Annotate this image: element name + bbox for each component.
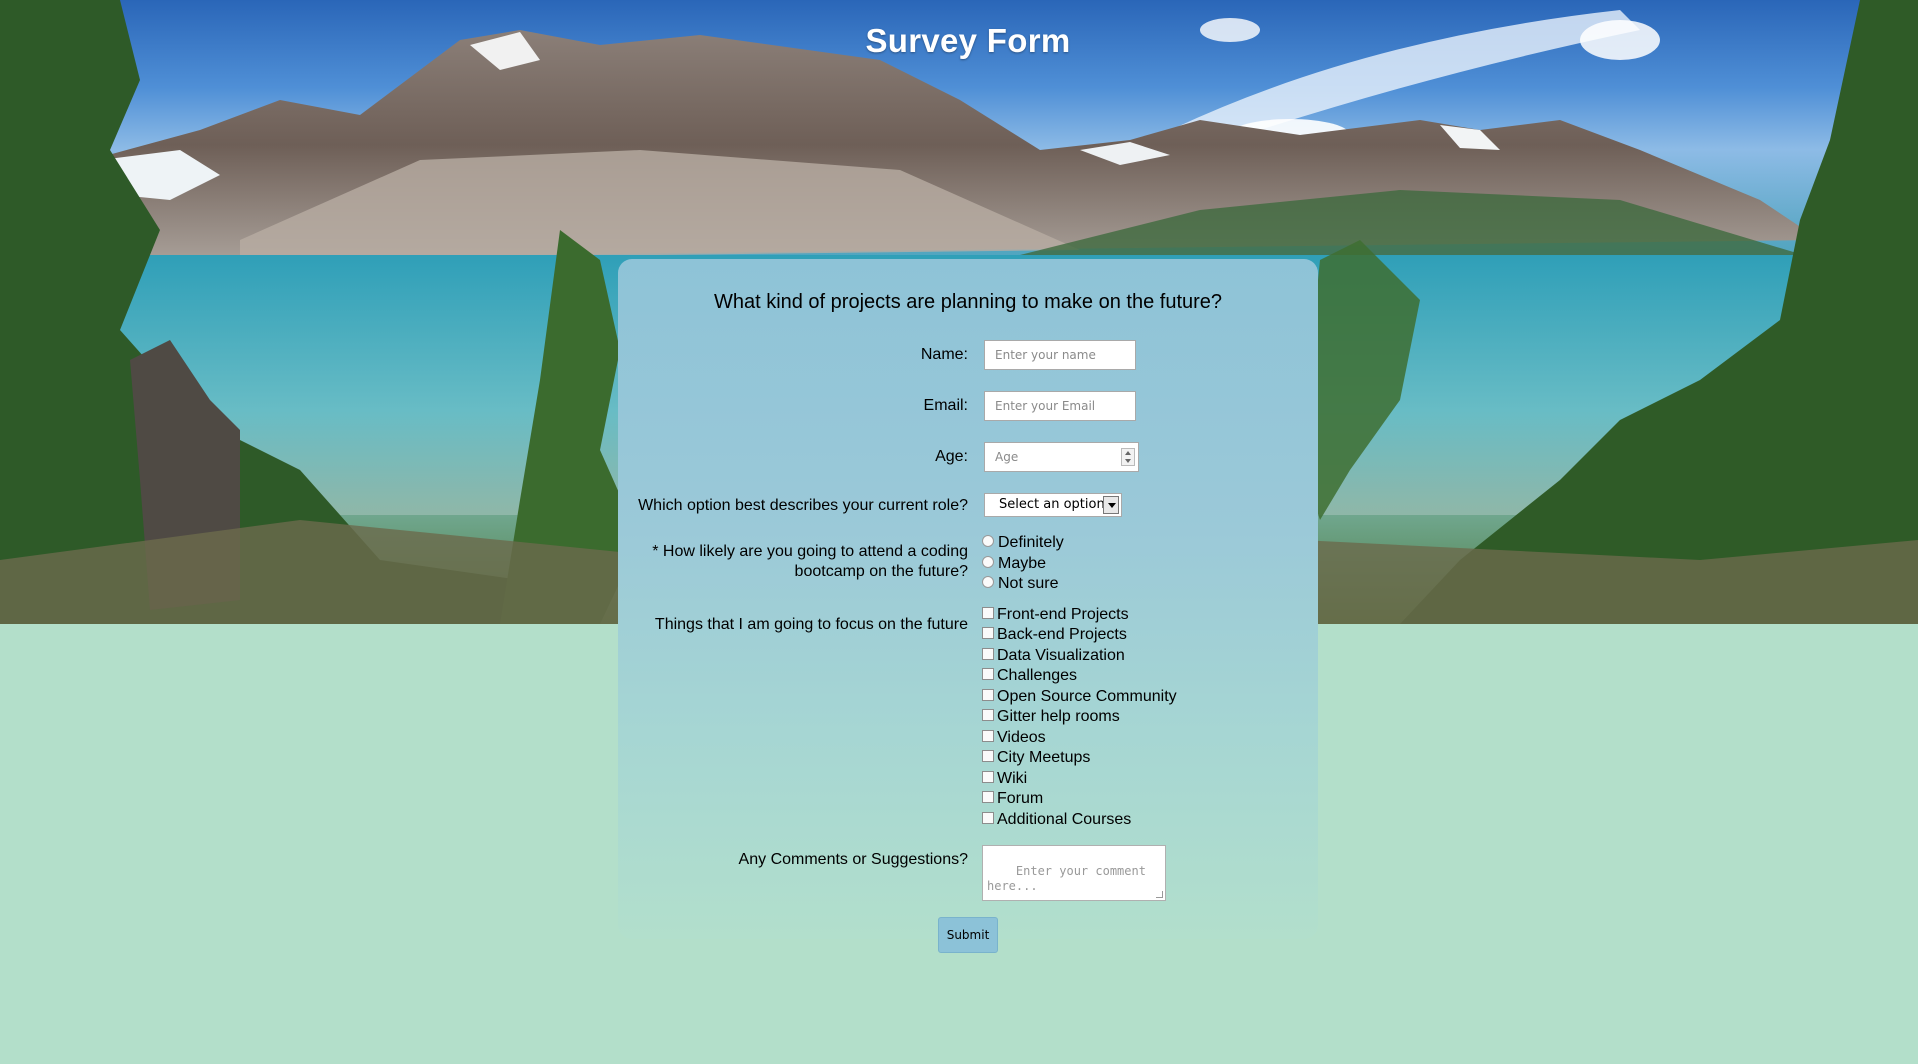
checkbox[interactable] <box>982 668 994 681</box>
checkbox[interactable] <box>982 607 994 620</box>
role-label: Which option best describes your current… <box>638 497 968 514</box>
checkbox-label: Gitter help rooms <box>997 708 1120 725</box>
checkbox[interactable] <box>982 771 994 784</box>
radio-option[interactable]: Maybe <box>982 554 1046 574</box>
bootcamp-label-line1: * How likely are you going to attend a c… <box>652 543 968 560</box>
checkbox-option[interactable]: Front-end Projects <box>982 605 1129 625</box>
dropdown-arrow-icon[interactable] <box>1103 496 1119 514</box>
checkbox-option[interactable]: Wiki <box>982 769 1027 789</box>
checkbox[interactable] <box>982 689 994 702</box>
checkbox-option[interactable]: City Meetups <box>982 748 1090 768</box>
role-selected-value: Select an option <box>999 497 1105 512</box>
checkbox-label: Data Visualization <box>997 647 1125 664</box>
age-placeholder: Age <box>995 450 1019 464</box>
name-input[interactable]: Enter your name <box>984 340 1136 370</box>
survey-form: What kind of projects are planning to ma… <box>618 259 1318 953</box>
checkbox-label: Challenges <box>997 667 1078 684</box>
age-label: Age: <box>935 448 968 465</box>
checkbox[interactable] <box>982 791 994 804</box>
email-label: Email: <box>923 397 968 414</box>
radio-button[interactable] <box>982 556 994 569</box>
name-placeholder: Enter your name <box>995 348 1096 362</box>
email-input[interactable]: Enter your Email <box>984 391 1136 421</box>
checkbox[interactable] <box>982 750 994 763</box>
checkbox-option[interactable]: Data Visualization <box>982 646 1125 666</box>
checkbox-label: Videos <box>997 729 1046 746</box>
bootcamp-label: * How likely are you going to attend a c… <box>652 542 968 582</box>
checkbox-option[interactable]: Challenges <box>982 666 1077 686</box>
checkbox-label: Wiki <box>997 770 1028 787</box>
checkbox[interactable] <box>982 648 994 661</box>
checkbox-label: Open Source Community <box>997 688 1177 705</box>
radio-option[interactable]: Not sure <box>982 574 1058 594</box>
checkbox[interactable] <box>982 730 994 743</box>
checkbox-label: Back-end Projects <box>997 626 1127 643</box>
comments-placeholder: Enter your comment here... <box>987 864 1154 893</box>
checkbox-label: Additional Courses <box>997 811 1132 828</box>
radio-button[interactable] <box>982 535 994 548</box>
checkbox-label: Forum <box>997 790 1044 807</box>
email-placeholder: Enter your Email <box>995 399 1096 413</box>
number-spinner-icon[interactable] <box>1121 448 1135 466</box>
focus-label: Things that I am going to focus on the f… <box>654 616 968 633</box>
form-question: What kind of projects are planning to ma… <box>713 291 1223 313</box>
checkbox[interactable] <box>982 627 994 640</box>
role-select[interactable]: Select an option <box>984 493 1122 517</box>
checkbox[interactable] <box>982 812 994 825</box>
resize-handle-icon[interactable] <box>1156 891 1163 898</box>
radio-label: Definitely <box>998 534 1064 551</box>
comments-label: Any Comments or Suggestions? <box>738 851 968 868</box>
checkbox-option[interactable]: Gitter help rooms <box>982 707 1120 727</box>
checkbox[interactable] <box>982 709 994 722</box>
radio-label: Maybe <box>998 555 1047 572</box>
bootcamp-label-line2: bootcamp on the future? <box>794 563 968 580</box>
radio-option[interactable]: Definitely <box>982 533 1064 553</box>
checkbox-label: City Meetups <box>997 749 1091 766</box>
page-title: Survey Form <box>865 22 1071 59</box>
checkbox-option[interactable]: Additional Courses <box>982 810 1131 830</box>
name-label: Name: <box>920 346 968 363</box>
checkbox-option[interactable]: Videos <box>982 728 1046 748</box>
submit-button[interactable]: Submit <box>938 917 998 953</box>
checkbox-option[interactable]: Forum <box>982 789 1043 809</box>
radio-label: Not sure <box>998 575 1059 592</box>
checkbox-option[interactable]: Back-end Projects <box>982 625 1127 645</box>
radio-button[interactable] <box>982 576 994 589</box>
age-input[interactable]: Age <box>984 442 1139 472</box>
checkbox-option[interactable]: Open Source Community <box>982 687 1177 707</box>
comments-textarea[interactable]: Enter your comment here... <box>982 845 1166 901</box>
checkbox-label: Front-end Projects <box>997 606 1129 623</box>
